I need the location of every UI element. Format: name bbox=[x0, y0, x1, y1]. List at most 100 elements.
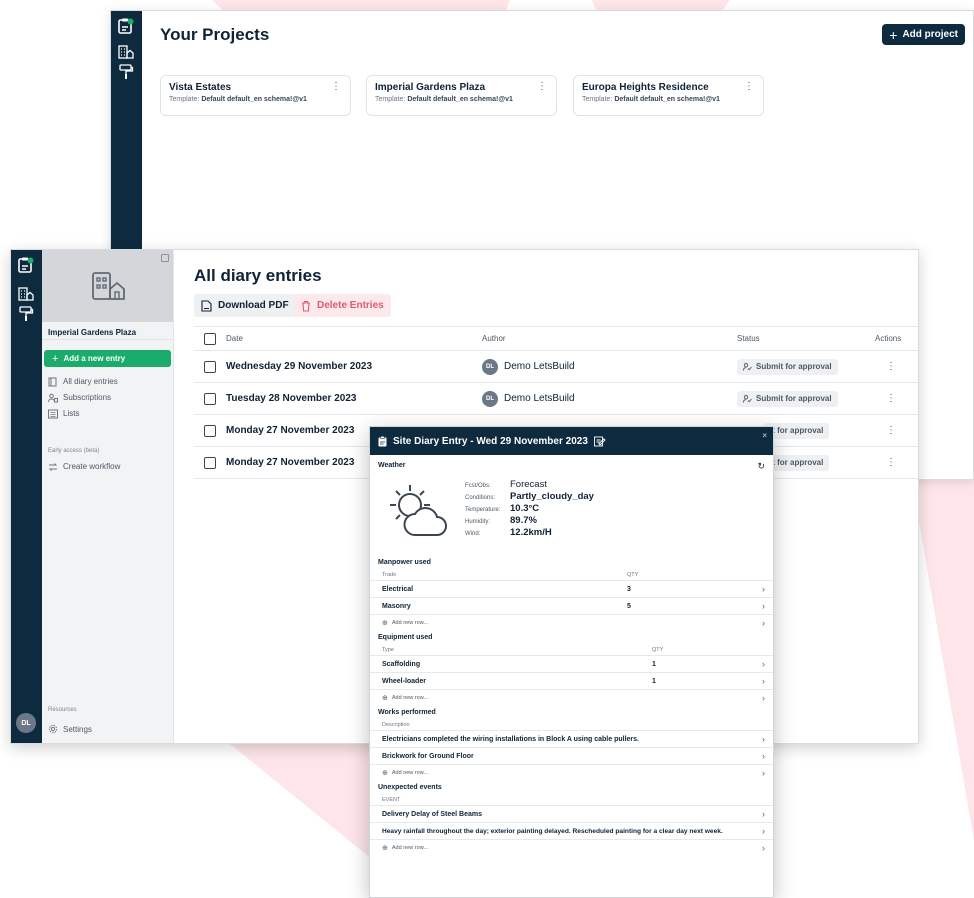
row-checkbox[interactable] bbox=[204, 392, 216, 405]
event-row[interactable]: Delivery Delay of Steel Beams › bbox=[370, 805, 773, 822]
add-event-row-button[interactable]: ⊕ Add new row... › bbox=[370, 839, 773, 856]
add-works-row-button[interactable]: ⊕ Add new row... › bbox=[370, 764, 773, 781]
table-header: Date Author Status Actions bbox=[194, 326, 918, 351]
add-equipment-row-button[interactable]: ⊕ Add new row... › bbox=[370, 689, 773, 706]
works-row[interactable]: Brickwork for Ground Floor › bbox=[370, 747, 773, 764]
column-header-date[interactable]: Date bbox=[226, 334, 243, 343]
equipment-row[interactable]: Wheel-loader 1 › bbox=[370, 672, 773, 689]
list-icon bbox=[48, 409, 58, 418]
manpower-row[interactable]: Masonry 5 › bbox=[370, 597, 773, 614]
unexpected-events-section: Unexpected events EVENT Delivery Delay o… bbox=[370, 784, 773, 856]
author-avatar: DL bbox=[482, 390, 498, 407]
select-all-checkbox[interactable] bbox=[204, 332, 216, 345]
weather-value: 10.3°C bbox=[510, 503, 540, 514]
pdf-icon bbox=[201, 299, 212, 312]
submit-for-approval-button[interactable]: Submit for approval bbox=[737, 390, 838, 407]
row-checkbox[interactable] bbox=[204, 456, 216, 469]
sidebar-item-settings[interactable]: Settings bbox=[48, 724, 92, 734]
project-sidebar: Imperial Gardens Plaza + Add a new entry… bbox=[42, 250, 174, 743]
project-card[interactable]: Imperial Gardens Plaza Template: Default… bbox=[366, 75, 557, 116]
row-checkbox[interactable] bbox=[204, 360, 216, 373]
close-icon[interactable]: × bbox=[762, 431, 767, 440]
project-card[interactable]: Europa Heights Residence Template: Defau… bbox=[573, 75, 764, 116]
table-row[interactable]: Tuesday 28 November 2023 DL Demo LetsBuil… bbox=[194, 383, 918, 415]
sidebar-item-lists[interactable]: Lists bbox=[42, 407, 173, 420]
more-options-icon[interactable]: ⋮ bbox=[744, 82, 754, 92]
weather-wind-row: Wind: 12.2km/H bbox=[465, 527, 594, 539]
row-actions-icon[interactable]: ⋮ bbox=[886, 361, 896, 372]
weather-fcst-row: Fcst/Obs: Forecast bbox=[465, 479, 594, 491]
plus-icon: + bbox=[889, 26, 898, 43]
screenshot-canvas: Your Projects + Add project Vista Estate… bbox=[0, 0, 974, 898]
user-avatar[interactable]: DL bbox=[16, 713, 36, 733]
works-row[interactable]: Electricians completed the wiring instal… bbox=[370, 730, 773, 747]
refresh-icon[interactable]: ↻ bbox=[757, 461, 765, 472]
add-new-entry-button[interactable]: + Add a new entry bbox=[44, 350, 171, 367]
early-access-heading: Early access (beta) bbox=[48, 448, 100, 454]
delete-entries-button[interactable]: Delete Entries bbox=[294, 294, 391, 317]
chevron-right-icon: › bbox=[762, 768, 765, 778]
project-template: Template: Default default_en schema!@v1 bbox=[169, 96, 342, 103]
chevron-right-icon: › bbox=[762, 618, 765, 628]
user-check-icon bbox=[743, 394, 752, 403]
sidebar-item-subscriptions[interactable]: Subscriptions bbox=[42, 391, 173, 404]
download-pdf-button[interactable]: Download PDF bbox=[194, 294, 296, 317]
plus-circle-icon: ⊕ bbox=[382, 845, 388, 852]
more-options-icon[interactable]: ⋮ bbox=[537, 82, 547, 92]
chevron-right-icon: › bbox=[762, 676, 765, 686]
row-checkbox[interactable] bbox=[204, 424, 216, 437]
column-header-status[interactable]: Status bbox=[737, 334, 760, 343]
project-name: Europa Heights Residence bbox=[582, 82, 709, 93]
weather-humidity-row: Humidity: 89.7% bbox=[465, 515, 594, 527]
more-options-icon[interactable]: ⋮ bbox=[331, 82, 341, 92]
entry-author: DL Demo LetsBuild bbox=[482, 390, 575, 407]
trade-qty: 3 bbox=[627, 585, 631, 593]
equipment-row[interactable]: Scaffolding 1 › bbox=[370, 655, 773, 672]
chevron-right-icon: › bbox=[762, 809, 765, 819]
edit-icon[interactable] bbox=[593, 436, 606, 447]
submit-for-approval-button[interactable]: Submit for approval bbox=[737, 358, 838, 375]
workflow-icon bbox=[48, 462, 58, 471]
buildings-icon[interactable] bbox=[117, 43, 135, 61]
diary-app-icon[interactable] bbox=[17, 256, 35, 274]
add-new-entry-label: Add a new entry bbox=[63, 354, 126, 363]
sidebar-item-label: Lists bbox=[63, 409, 80, 418]
weather-label: Wind: bbox=[465, 531, 481, 537]
row-actions-icon[interactable]: ⋮ bbox=[886, 457, 896, 468]
weather-temperature-row: Temperature: 10.3°C bbox=[465, 503, 594, 515]
sidebar-item-label: Subscriptions bbox=[63, 393, 112, 402]
weather-label: Fcst/Obs: bbox=[465, 483, 491, 489]
chevron-right-icon: › bbox=[762, 751, 765, 761]
row-actions-icon[interactable]: ⋮ bbox=[886, 393, 896, 404]
row-actions-icon[interactable]: ⋮ bbox=[886, 425, 896, 436]
manpower-heading: Manpower used bbox=[378, 559, 431, 566]
equipment-type: Scaffolding bbox=[382, 660, 421, 668]
paint-roller-icon[interactable] bbox=[17, 305, 35, 323]
manpower-row[interactable]: Electrical 3 › bbox=[370, 580, 773, 597]
sidebar-item-all-diary-entries[interactable]: All diary entries bbox=[42, 375, 173, 388]
paint-roller-icon[interactable] bbox=[117, 63, 135, 81]
add-row-label: Add new row... bbox=[391, 695, 428, 701]
plus-icon: + bbox=[52, 352, 59, 365]
collapse-sidebar-icon[interactable] bbox=[161, 254, 169, 262]
work-description: Electricians completed the wiring instal… bbox=[382, 735, 639, 743]
add-row-label: Add new row... bbox=[391, 845, 428, 851]
diary-nav-rail: DL bbox=[11, 250, 42, 743]
table-row[interactable]: Wednesday 29 November 2023 DL Demo LetsBu… bbox=[194, 351, 918, 383]
buildings-icon[interactable] bbox=[17, 285, 35, 303]
weather-label: Temperature: bbox=[465, 507, 501, 513]
diary-app-icon[interactable] bbox=[117, 17, 135, 35]
project-card[interactable]: Vista Estates Template: Default default_… bbox=[160, 75, 351, 116]
chevron-right-icon: › bbox=[762, 734, 765, 744]
page-title: All diary entries bbox=[194, 266, 322, 285]
gear-icon bbox=[48, 724, 58, 734]
column-header-author[interactable]: Author bbox=[482, 334, 506, 343]
status-label: it for approval bbox=[770, 426, 824, 435]
entry-date: Wednesday 29 November 2023 bbox=[226, 361, 373, 372]
event-row[interactable]: Heavy rainfall throughout the day; exter… bbox=[370, 822, 773, 839]
sidebar-item-create-workflow[interactable]: Create workflow bbox=[42, 460, 173, 473]
plus-circle-icon: ⊕ bbox=[382, 770, 388, 777]
add-project-button[interactable]: + Add project bbox=[882, 24, 965, 45]
equipment-qty: 1 bbox=[652, 677, 656, 685]
add-manpower-row-button[interactable]: ⊕ Add new row... › bbox=[370, 614, 773, 631]
